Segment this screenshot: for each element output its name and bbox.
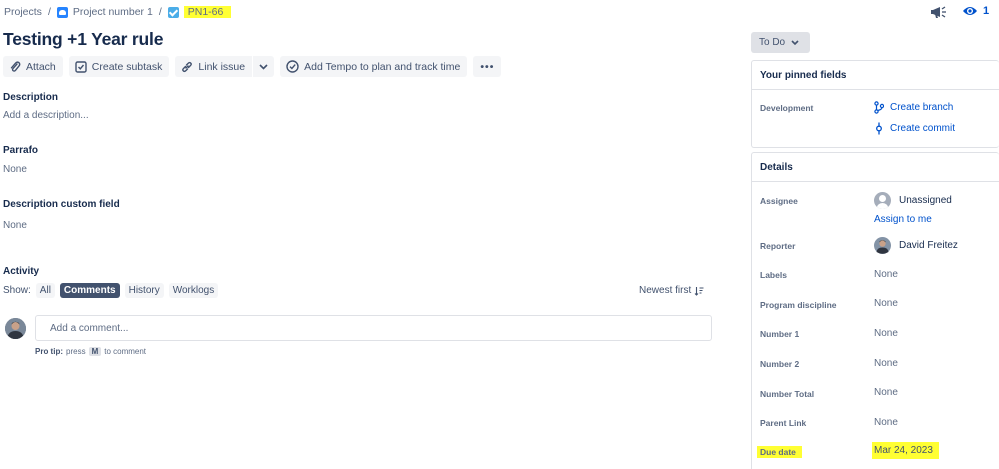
status-label: To Do bbox=[759, 37, 786, 48]
protip-press: press bbox=[66, 347, 86, 356]
megaphone-icon[interactable] bbox=[930, 4, 948, 20]
breadcrumb-issue-key[interactable]: PN1-66 bbox=[183, 6, 232, 18]
filter-history[interactable]: History bbox=[124, 283, 164, 298]
number-1-value[interactable]: None bbox=[874, 328, 898, 339]
field-label: Number 2 bbox=[760, 359, 800, 369]
watchers-count: 1 bbox=[983, 5, 990, 17]
chevron-down-icon bbox=[259, 63, 268, 70]
protip: Pro tip: press M to comment bbox=[35, 347, 146, 356]
link-issue-button[interactable]: Link issue bbox=[175, 56, 253, 77]
create-branch-label: Create branch bbox=[890, 102, 954, 113]
due-date-label: Due date bbox=[757, 446, 802, 458]
avatar bbox=[5, 318, 26, 339]
field-label: Program discipline bbox=[760, 300, 837, 310]
paperclip-icon bbox=[10, 60, 21, 72]
create-subtask-button[interactable]: Create subtask bbox=[68, 56, 170, 77]
description-custom-value[interactable]: None bbox=[3, 220, 27, 231]
field-label: Labels bbox=[760, 270, 787, 280]
parent-link-value[interactable]: None bbox=[874, 417, 898, 428]
number-total-value[interactable]: None bbox=[874, 387, 898, 398]
tempo-label: Add Tempo to plan and track time bbox=[304, 60, 461, 73]
reporter-field[interactable]: David Freitez bbox=[874, 237, 958, 254]
sort-label: Newest first bbox=[639, 285, 692, 296]
breadcrumb-project[interactable]: Project number 1 bbox=[73, 6, 153, 18]
task-icon bbox=[167, 6, 179, 18]
activity-heading: Activity bbox=[3, 266, 40, 277]
reporter-value: David Freitez bbox=[899, 240, 958, 251]
sort-icon bbox=[694, 286, 704, 296]
tempo-check-icon bbox=[286, 60, 299, 73]
unassigned-avatar-icon bbox=[874, 192, 891, 209]
issue-title[interactable]: Testing +1 Year rule bbox=[3, 29, 163, 50]
number-2-value[interactable]: None bbox=[874, 358, 898, 369]
reporter-label: Reporter bbox=[760, 241, 796, 251]
description-custom-label: Description custom field bbox=[3, 199, 120, 210]
assign-to-me-link[interactable]: Assign to me bbox=[874, 214, 932, 225]
watch-button[interactable]: 1 bbox=[962, 5, 989, 17]
branch-icon bbox=[874, 101, 884, 114]
attach-label: Attach bbox=[26, 60, 56, 73]
link-icon bbox=[182, 61, 193, 72]
labels-value[interactable]: None bbox=[874, 269, 898, 280]
activity-filters: Show: All Comments History Worklogs bbox=[3, 283, 219, 298]
create-branch-link[interactable]: Create branch bbox=[874, 101, 953, 114]
link-issue-split: Link issue bbox=[175, 56, 275, 77]
tempo-button[interactable]: Add Tempo to plan and track time bbox=[280, 56, 468, 77]
attach-button[interactable]: Attach bbox=[3, 56, 63, 77]
pinned-heading[interactable]: Your pinned fields bbox=[752, 61, 999, 90]
issue-toolbar: Attach Create subtask Link issue Add Tem… bbox=[3, 56, 502, 77]
breadcrumb-separator: / bbox=[47, 6, 51, 18]
field-label: Number 1 bbox=[760, 329, 800, 339]
assignee-value: Unassigned bbox=[899, 195, 952, 206]
filter-worklogs[interactable]: Worklogs bbox=[168, 283, 219, 298]
description-label: Description bbox=[3, 92, 59, 103]
commit-icon bbox=[876, 122, 882, 135]
protip-suffix: to comment bbox=[104, 347, 147, 356]
protip-label: Pro tip: bbox=[35, 347, 63, 356]
description-input[interactable]: Add a description... bbox=[3, 110, 89, 121]
more-icon[interactable]: ••• bbox=[473, 56, 502, 77]
field-label: Number Total bbox=[760, 389, 815, 399]
pinned-fields-panel: Your pinned fields Development Create br… bbox=[751, 60, 999, 148]
create-commit-label: Create commit bbox=[890, 123, 956, 134]
reporter-avatar bbox=[874, 237, 891, 254]
assignee-label: Assignee bbox=[760, 196, 798, 206]
link-issue-dropdown[interactable] bbox=[253, 56, 275, 77]
create-commit-link[interactable]: Create commit bbox=[874, 122, 955, 135]
eye-icon bbox=[963, 7, 977, 15]
due-date-value[interactable]: Mar 24, 2023 bbox=[872, 442, 939, 459]
assignee-field[interactable]: Unassigned bbox=[874, 192, 952, 209]
filter-all[interactable]: All bbox=[35, 283, 55, 298]
create-subtask-label: Create subtask bbox=[91, 60, 163, 73]
parrafo-label: Parrafo bbox=[3, 145, 39, 156]
parrafo-value[interactable]: None bbox=[3, 164, 27, 175]
link-issue-label: Link issue bbox=[198, 60, 246, 73]
development-label: Development bbox=[760, 103, 814, 113]
protip-key: M bbox=[88, 347, 102, 356]
field-label: Parent Link bbox=[760, 418, 807, 428]
breadcrumb-projects[interactable]: Projects bbox=[4, 6, 42, 18]
details-panel: Details Assignee Unassigned Assign to me… bbox=[751, 152, 999, 469]
status-button[interactable]: To Do bbox=[751, 32, 810, 53]
details-heading[interactable]: Details bbox=[752, 153, 999, 182]
breadcrumb: Projects / Project number 1 / PN1-66 bbox=[4, 4, 232, 20]
filter-comments[interactable]: Comments bbox=[59, 283, 120, 298]
project-icon bbox=[56, 6, 68, 18]
sort-button[interactable]: Newest first bbox=[639, 285, 704, 296]
chevron-down-icon bbox=[791, 39, 799, 45]
breadcrumb-separator: / bbox=[158, 6, 162, 18]
program-discipline-value[interactable]: None bbox=[874, 298, 898, 309]
show-label: Show: bbox=[3, 285, 31, 296]
subtask-icon bbox=[75, 60, 87, 73]
comment-input[interactable]: Add a comment... bbox=[35, 315, 712, 341]
